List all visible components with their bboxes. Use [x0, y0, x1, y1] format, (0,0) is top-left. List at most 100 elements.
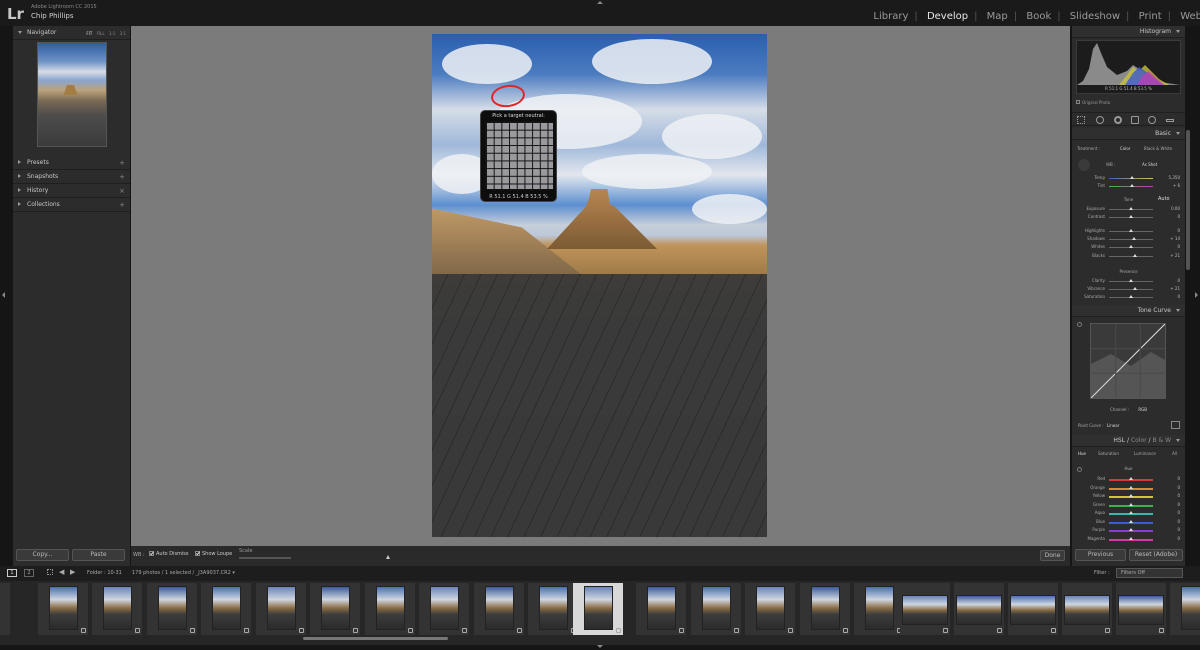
tint-value[interactable]: + 6: [1173, 183, 1180, 188]
photo-count[interactable]: 179 photos / 1 selected / _J3A9037.CR2 ▾: [132, 570, 235, 576]
filmstrip-thumbnail[interactable]: [474, 583, 524, 635]
snapshots-header[interactable]: Snapshots +: [13, 170, 130, 184]
filmstrip-thumbnail[interactable]: [0, 583, 10, 635]
filmstrip-thumbnail[interactable]: [256, 583, 306, 635]
edit-point-curve-icon[interactable]: [1171, 421, 1180, 429]
collections-header[interactable]: Collections +: [13, 198, 130, 212]
module-slideshow[interactable]: Slideshow: [1070, 11, 1120, 22]
contrast-value[interactable]: 0: [1177, 214, 1180, 219]
adjustment-brush-icon[interactable]: [1166, 119, 1174, 122]
filmstrip-thumbnail[interactable]: [147, 583, 197, 635]
hsl-blue-slider[interactable]: Blue 0: [1072, 518, 1185, 526]
saturation-slider[interactable]: Saturation 0: [1072, 293, 1185, 301]
clarity-value[interactable]: 0: [1177, 278, 1180, 283]
scale-slider-thumb[interactable]: [386, 555, 391, 559]
hsl-magenta-slider[interactable]: Magenta 0: [1072, 535, 1185, 543]
filmstrip-thumbnail[interactable]: [38, 583, 88, 635]
tone-curve-graph[interactable]: [1090, 323, 1166, 399]
saturation-value[interactable]: 0: [1177, 294, 1180, 299]
module-print[interactable]: Print: [1139, 11, 1162, 22]
hsl-row-knob[interactable]: [1129, 519, 1133, 523]
hsl-green-slider[interactable]: Green 0: [1072, 501, 1185, 509]
hsl-row-knob[interactable]: [1129, 511, 1133, 514]
filmstrip-thumbnail[interactable]: [528, 583, 578, 635]
history-header[interactable]: History ×: [13, 184, 130, 198]
hsl-row-knob[interactable]: [1129, 502, 1133, 506]
filter-select[interactable]: Filters Off: [1116, 568, 1183, 578]
hsl-aqua-slider[interactable]: Aqua 0: [1072, 509, 1185, 517]
exposure-knob[interactable]: [1129, 207, 1133, 210]
vibrance-value[interactable]: + 21: [1170, 286, 1180, 291]
module-develop[interactable]: Develop: [927, 11, 968, 22]
filmstrip-thumbnail[interactable]: [1116, 583, 1166, 635]
graduated-filter-icon[interactable]: [1131, 116, 1139, 124]
filmstrip-thumbnail[interactable]: [745, 583, 795, 635]
blacks-knob[interactable]: [1133, 254, 1138, 257]
module-map[interactable]: Map: [987, 11, 1008, 22]
hsl-yellow-slider[interactable]: Yellow 0: [1072, 492, 1185, 500]
crop-overlay-icon[interactable]: [1077, 116, 1085, 124]
second-window-button[interactable]: 2: [24, 569, 34, 577]
blacks-value[interactable]: + 21: [1170, 253, 1180, 258]
clear-history-icon[interactable]: ×: [119, 184, 125, 198]
hsl-purple-slider[interactable]: Purple 0: [1072, 526, 1185, 534]
forward-arrow-icon[interactable]: ▶: [70, 568, 75, 576]
filmstrip-thumbnail[interactable]: [310, 583, 360, 635]
auto-dismiss-checkbox[interactable]: Auto Dismiss: [149, 551, 189, 557]
left-panel-toggle-icon[interactable]: [2, 292, 5, 298]
hsl-row-value[interactable]: 0: [1177, 493, 1180, 498]
main-window-button[interactable]: 1: [7, 569, 17, 577]
shadows-value[interactable]: + 14: [1170, 236, 1180, 241]
back-arrow-icon[interactable]: ◀: [59, 568, 64, 576]
right-panel-scrollbar[interactable]: [1186, 130, 1190, 270]
module-book[interactable]: Book: [1026, 11, 1051, 22]
whites-slider[interactable]: Whites 0: [1072, 243, 1185, 251]
tint-slider[interactable]: Tint + 6: [1072, 182, 1185, 190]
reset-button[interactable]: Reset (Adobe): [1129, 549, 1183, 561]
highlights-knob[interactable]: [1129, 229, 1133, 232]
filmstrip-thumbnail[interactable]: [900, 583, 950, 635]
hsl-red-slider[interactable]: Red 0: [1072, 475, 1185, 483]
treatment-color[interactable]: Color: [1120, 146, 1130, 151]
hsl-subtab-saturation[interactable]: Saturation: [1098, 451, 1119, 456]
hsl-row-value[interactable]: 0: [1177, 527, 1180, 532]
exposure-value[interactable]: 0.00: [1171, 206, 1180, 211]
zoom-3-1[interactable]: 3:1: [120, 31, 126, 36]
previous-button[interactable]: Previous: [1075, 549, 1126, 561]
right-panel-toggle-icon[interactable]: [1195, 292, 1198, 298]
hsl-row-knob[interactable]: [1129, 477, 1133, 480]
hsl-orange-slider[interactable]: Orange 0: [1072, 484, 1185, 492]
hsl-subtab-hue[interactable]: Hue: [1078, 451, 1086, 456]
hsl-row-value[interactable]: 0: [1177, 519, 1180, 524]
clarity-slider[interactable]: Clarity 0: [1072, 277, 1185, 285]
hsl-tab-color[interactable]: Color: [1131, 437, 1147, 444]
histogram[interactable]: R 51.1 G 51.4 B 53.5 %: [1076, 40, 1181, 94]
temp-knob[interactable]: [1129, 176, 1134, 179]
filmstrip-thumbnail[interactable]: [1008, 583, 1058, 635]
hsl-row-knob[interactable]: [1129, 536, 1133, 540]
filmstrip-thumbnail[interactable]: [1170, 583, 1200, 635]
hsl-row-value[interactable]: 0: [1177, 510, 1180, 515]
add-preset-icon[interactable]: +: [119, 156, 125, 170]
red-eye-icon[interactable]: [1114, 116, 1122, 124]
basic-header[interactable]: Basic: [1072, 128, 1185, 140]
highlights-slider[interactable]: Highlights 0: [1072, 227, 1185, 235]
filmstrip-thumbnail[interactable]: [854, 583, 904, 635]
tint-knob[interactable]: [1130, 184, 1135, 187]
vibrance-slider[interactable]: Vibrance + 21: [1072, 285, 1185, 293]
filmstrip-thumbnail-selected[interactable]: [573, 583, 623, 635]
zoom-fill[interactable]: FILL: [97, 31, 105, 36]
shadows-knob[interactable]: [1132, 237, 1137, 240]
filmstrip-thumbnail[interactable]: [1062, 583, 1112, 635]
targeted-adjustment-icon[interactable]: [1077, 322, 1082, 327]
blacks-slider[interactable]: Blacks + 21: [1072, 252, 1185, 260]
temp-slider[interactable]: Temp 5,350: [1072, 174, 1185, 182]
top-panel-toggle-icon[interactable]: [597, 1, 603, 4]
tone-curve-header[interactable]: Tone Curve: [1072, 305, 1185, 317]
bottom-panel-toggle-icon[interactable]: [597, 645, 603, 648]
hsl-row-value[interactable]: 0: [1177, 536, 1180, 541]
module-web[interactable]: Web: [1180, 11, 1200, 22]
filmstrip-thumbnail[interactable]: [954, 583, 1004, 635]
histogram-header[interactable]: Histogram: [1072, 26, 1185, 38]
scale-slider[interactable]: [239, 557, 291, 559]
